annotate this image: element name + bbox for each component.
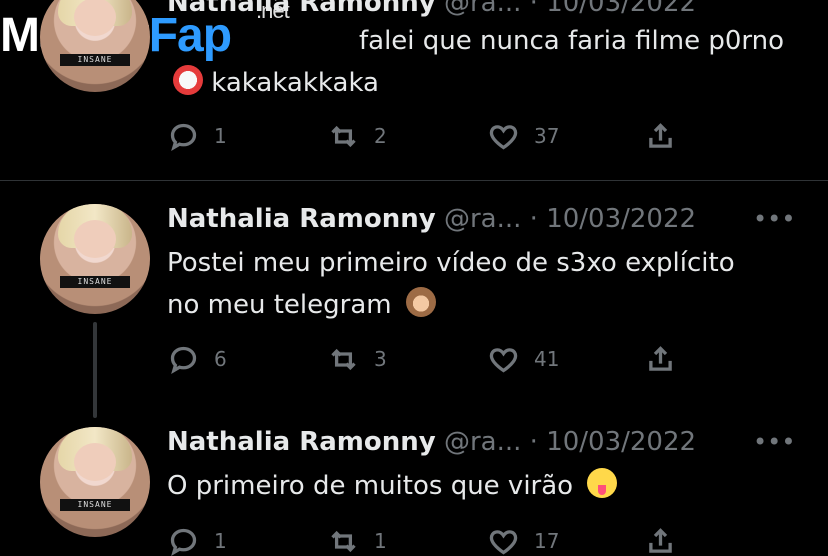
tweet-actions: 1 2 37 (167, 117, 787, 155)
author-handle[interactable]: @ra... (444, 0, 521, 18)
see-no-evil-monkey-emoji-icon (405, 287, 436, 317)
tweet-text: Postei meu primeiro vídeo de s3xo explíc… (167, 242, 787, 326)
tweet-header: Nathalia Ramonny @ra... · 10/03/2022 (167, 425, 696, 459)
author-name[interactable]: Nathalia Ramonny (167, 204, 436, 234)
tweet-text-line-2: kakakakkaka (167, 62, 787, 104)
like-count: 17 (534, 529, 560, 553)
avatar-face (74, 443, 116, 481)
tweet-date[interactable]: 10/03/2022 (546, 427, 696, 457)
retweet-icon (331, 125, 356, 147)
separator-dot: · (529, 204, 538, 234)
tweet-text-line-2-label: no meu telegram (167, 290, 392, 320)
retweet-count: 3 (374, 347, 387, 371)
retweet-count: 2 (374, 124, 387, 148)
tweet-header: Nathalia Ramonny @ra... · 10/03/2022 (167, 0, 696, 20)
reply-button[interactable]: 1 (167, 522, 227, 556)
tweet-text-line-2-label: kakakakkaka (211, 68, 379, 98)
more-options-button[interactable]: ••• (753, 430, 795, 454)
tongue-face-emoji-icon (587, 468, 618, 498)
reply-icon (170, 528, 197, 556)
heart-icon (489, 347, 518, 372)
retweet-button[interactable]: 3 (327, 340, 387, 378)
reply-count: 1 (214, 124, 227, 148)
avatar-label: INSANE (60, 499, 130, 511)
avatar-label: INSANE (60, 54, 130, 66)
tweet-text: falei que nunca faria filme p0rno kakaka… (167, 20, 787, 104)
more-options-button[interactable]: ••• (753, 207, 795, 231)
reply-icon (170, 346, 197, 374)
reply-icon (170, 123, 197, 151)
tweet-3: INSANE Nathalia Ramonny @ra... · 10/03/2… (0, 407, 828, 556)
clown-emoji-icon (173, 65, 203, 95)
reply-button[interactable]: 1 (167, 117, 227, 155)
heart-icon (489, 529, 518, 554)
tweet-actions: 6 3 41 (167, 340, 787, 378)
share-icon (649, 122, 672, 148)
retweet-icon (331, 348, 356, 370)
reply-button[interactable]: 6 (167, 340, 227, 378)
share-icon (649, 527, 672, 553)
retweet-button[interactable]: 1 (327, 522, 387, 556)
tweet-date[interactable]: 10/03/2022 (546, 204, 696, 234)
like-button[interactable]: 41 (487, 340, 559, 378)
retweet-count: 1 (374, 529, 387, 553)
separator-dot: · (529, 427, 538, 457)
tweet-2: INSANE Nathalia Ramonny @ra... · 10/03/2… (0, 181, 828, 407)
reply-count: 6 (214, 347, 227, 371)
tweet-header: Nathalia Ramonny @ra... · 10/03/2022 (167, 202, 696, 236)
tweet-1: INSANE Nathalia Ramonny @ra... · 10/03/2… (0, 0, 828, 180)
tweet-date[interactable]: 10/03/2022 (546, 0, 696, 18)
share-button[interactable] (644, 117, 677, 155)
separator-dot: · (529, 0, 538, 18)
retweet-icon (331, 530, 356, 552)
author-name[interactable]: Nathalia Ramonny (167, 427, 436, 457)
share-button[interactable] (644, 340, 677, 378)
tweet-text-line-2: no meu telegram (167, 284, 787, 326)
avatar-label: INSANE (60, 276, 130, 288)
avatar-face (74, 0, 116, 36)
author-name[interactable]: Nathalia Ramonny (167, 0, 436, 18)
tweet-text-line-1-label: O primeiro de muitos que virão (167, 471, 574, 501)
tweet-text-line-1: Postei meu primeiro vídeo de s3xo explíc… (167, 248, 735, 278)
avatar[interactable]: INSANE (40, 0, 150, 92)
heart-icon (489, 124, 518, 149)
share-icon (649, 345, 672, 371)
avatar[interactable]: INSANE (40, 204, 150, 314)
reply-count: 1 (214, 529, 227, 553)
tweet-actions: 1 1 17 (167, 522, 787, 556)
avatar[interactable]: INSANE (40, 427, 150, 537)
like-count: 41 (534, 347, 560, 371)
author-handle[interactable]: @ra... (444, 204, 521, 234)
tweet-text: O primeiro de muitos que virão (167, 465, 787, 507)
share-button[interactable] (644, 522, 677, 556)
retweet-button[interactable]: 2 (327, 117, 387, 155)
avatar-face (74, 220, 116, 258)
like-button[interactable]: 17 (487, 522, 559, 556)
like-count: 37 (534, 124, 560, 148)
tweet-text-line-1: falei que nunca faria filme p0rno (359, 26, 785, 56)
tweet-text-line-1: O primeiro de muitos que virão (167, 465, 787, 507)
like-button[interactable]: 37 (487, 117, 559, 155)
author-handle[interactable]: @ra... (444, 427, 521, 457)
